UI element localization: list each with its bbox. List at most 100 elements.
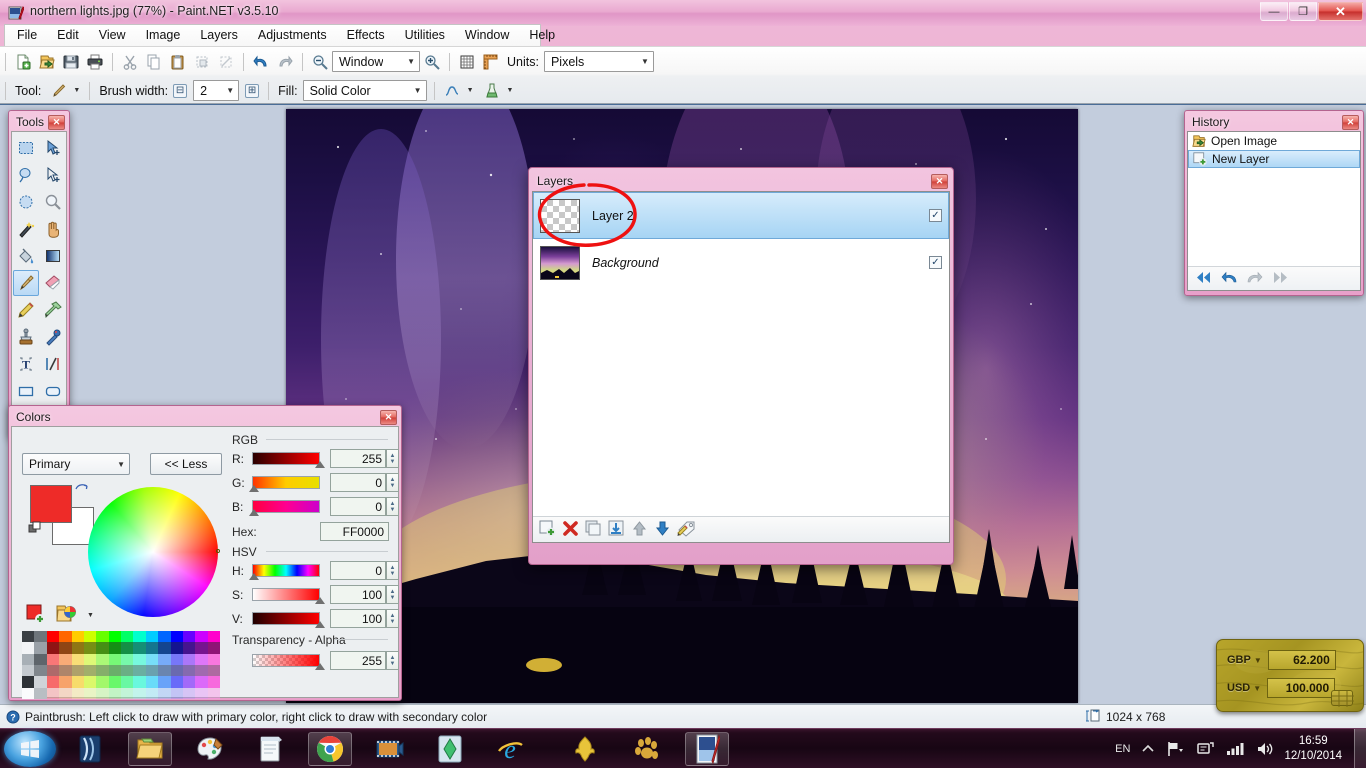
antialiasing-icon[interactable] [440,79,464,103]
taskbar-item-paint[interactable] [188,732,232,766]
palette-swatch[interactable] [195,687,208,699]
palette-swatch[interactable] [133,631,146,643]
brush-width-decrement-button[interactable]: ⊟ [173,83,188,98]
tray-language[interactable]: EN [1115,743,1130,755]
zoom-tool[interactable] [40,189,66,215]
blend-mode-icon[interactable] [480,79,504,103]
hex-input[interactable]: FF0000 [320,522,389,541]
channel-spinner-b[interactable]: ▲ ▼ [386,497,399,516]
palette-swatch[interactable] [207,642,220,654]
palette-swatch[interactable] [22,653,35,665]
palette-swatch[interactable] [46,642,60,654]
palette-swatch[interactable] [158,664,171,677]
channel-input-s[interactable]: 100 [330,585,386,604]
chevron-down-icon[interactable]: ▼ [507,87,514,94]
units-combo[interactable]: Pixels ▼ [543,51,654,72]
palette-swatch[interactable] [83,687,97,699]
palette-swatch[interactable] [133,664,146,677]
line-curve-tool[interactable] [40,351,66,377]
palette-swatch[interactable] [59,664,72,677]
pan-tool[interactable] [40,216,66,242]
palette-swatch[interactable] [108,664,121,677]
palette-swatch[interactable] [46,631,60,643]
palette-swatch[interactable] [46,687,60,699]
taskbar-item-paws-app[interactable] [625,732,669,766]
fill-combo[interactable]: Solid Color ▼ [302,80,427,101]
zoom-in-icon[interactable] [420,50,444,74]
palette-swatch[interactable] [59,653,72,665]
move-selection-tool[interactable] [40,162,66,188]
action-center-icon[interactable] [1166,741,1184,757]
palette-swatch[interactable] [22,664,35,677]
redo-icon[interactable] [1247,271,1263,287]
palette-swatch[interactable] [34,676,47,688]
palette-swatch[interactable] [34,631,47,643]
palette-swatch[interactable] [182,631,196,643]
palette-swatch[interactable] [96,642,109,654]
paint-bucket-tool[interactable] [13,243,39,269]
channel-slider-v[interactable] [252,612,325,628]
palette-swatch[interactable] [46,653,60,665]
palette-swatch[interactable] [158,687,171,699]
text-tool[interactable]: T [13,351,39,377]
brush-width-combo[interactable]: 2 ▼ [193,80,240,101]
undo-icon[interactable] [249,50,273,74]
taskbar-item-chrome[interactable] [308,732,352,766]
palette-swatch[interactable] [182,664,196,677]
channel-input-b[interactable]: 0 [330,497,386,516]
paste-icon[interactable] [166,50,190,74]
palette-swatch[interactable] [158,676,171,688]
menu-effects[interactable]: Effects [337,25,395,46]
recolor-tool[interactable] [40,324,66,350]
palette-swatch[interactable] [133,653,146,665]
alpha-input[interactable]: 255 [330,651,386,670]
gradient-tool[interactable] [40,243,66,269]
color-wheel[interactable] [88,487,218,617]
palette-swatch[interactable] [182,687,196,699]
show-desktop-button[interactable] [1354,729,1366,768]
windows-start-icon[interactable] [4,731,56,767]
volume-icon[interactable] [1256,741,1274,757]
palette-swatch[interactable] [83,676,97,688]
history-item-new-layer[interactable]: New Layer [1188,150,1360,168]
menu-utilities[interactable]: Utilities [395,25,455,46]
signal-icon[interactable] [1226,742,1244,756]
open-palette-icon[interactable] [56,604,78,624]
palette-swatch[interactable] [207,664,220,677]
menu-edit[interactable]: Edit [47,25,89,46]
currency-gadget[interactable]: GBP ▼ 62.200 USD ▼ 100.000 [1216,639,1364,712]
palette-swatch[interactable] [71,631,84,643]
palette-swatch[interactable] [170,631,183,643]
layer-visibility-checkbox-layer-2[interactable]: ✓ [929,209,942,222]
magic-wand-tool[interactable] [13,216,39,242]
menu-file[interactable]: File [7,25,47,46]
chevron-down-icon[interactable]: ▼ [87,612,94,619]
fast-forward-history-icon[interactable] [1273,271,1288,287]
show-hidden-icons-icon[interactable] [1142,744,1155,754]
tools-palette-title-bar[interactable]: Tools ✕ [11,113,67,131]
palette-swatch[interactable] [34,664,47,677]
chevron-down-icon[interactable]: ▼ [1254,656,1262,665]
palette-swatch[interactable] [170,664,183,677]
palette-swatch[interactable] [121,676,134,688]
channel-spinner-v[interactable]: ▲ ▼ [386,609,399,628]
grid-icon[interactable] [455,50,479,74]
palette-swatch[interactable] [121,631,134,643]
layers-dialog-close-button[interactable]: ✕ [931,173,948,189]
currency-value-gbp[interactable]: 62.200 [1267,650,1336,670]
open-icon[interactable] [35,50,59,74]
brush-width-increment-button[interactable]: ⊞ [245,83,260,98]
palette-swatch[interactable] [170,642,183,654]
palette-swatch[interactable] [207,631,220,643]
chevron-down-icon[interactable]: ▼ [467,87,474,94]
taskbar-clock[interactable]: 16:59 12/10/2014 [1284,734,1342,764]
clone-stamp-tool[interactable] [13,324,39,350]
menu-window[interactable]: Window [455,25,519,46]
palette-swatch[interactable] [121,664,134,677]
eraser-tool[interactable] [40,270,66,296]
history-palette-title-bar[interactable]: History ✕ [1187,113,1361,131]
reset-colors-icon[interactable] [28,521,42,535]
add-color-icon[interactable] [26,604,46,624]
palette-swatch[interactable] [108,642,121,654]
menu-help[interactable]: Help [519,25,565,46]
